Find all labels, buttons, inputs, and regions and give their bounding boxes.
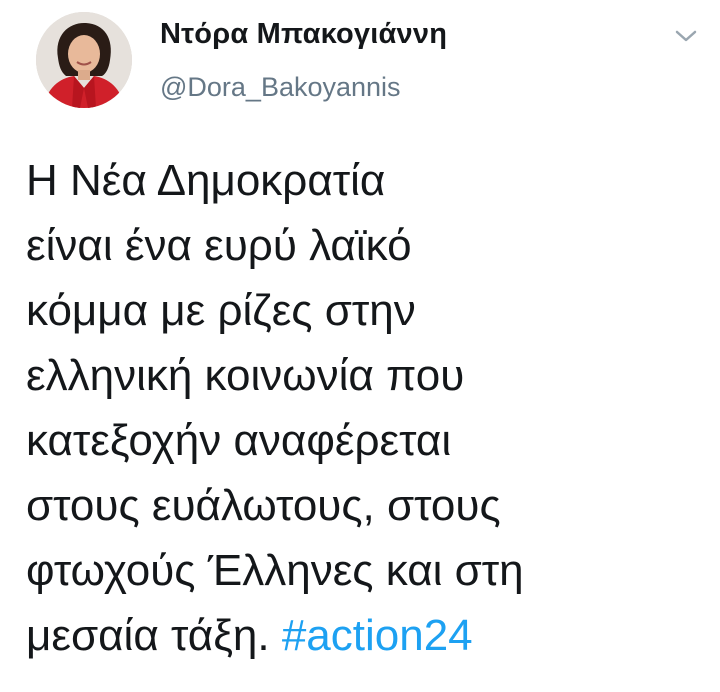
tweet-text-line: στους ευάλωτους, στους [26,481,501,530]
tweet-text-last-line: μεσαία τάξη. #action24 [26,603,706,668]
tweet-card: Ντόρα Μπακογιάννη @Dora_Bakoyannis Η Νέα… [0,0,720,692]
hashtag-link[interactable]: #action24 [282,611,473,660]
tweet-text-line: φτωχούς Έλληνες και στη [26,546,524,595]
tweet-text-line: είναι ένα ευρύ λαϊκό [26,221,412,270]
tweet-text: Η Νέα Δημοκρατία είναι ένα ευρύ λαϊκό κό… [26,148,706,668]
tweet-text-line: κόμμα με ρίζες στην [26,286,416,335]
tweet-text-line: ελληνική κοινωνία που [26,351,465,400]
profile-photo-icon [36,12,132,108]
tweet-text-line: κατεξοχήν αναφέρεται [26,416,452,465]
author-name[interactable]: Ντόρα Μπακογιάννη [160,18,447,51]
tweet-text-line: μεσαία τάξη. [26,611,270,660]
avatar[interactable] [36,12,132,108]
chevron-down-icon[interactable] [672,26,700,46]
author-handle[interactable]: @Dora_Bakoyannis [160,72,401,103]
tweet-text-line: Η Νέα Δημοκρατία [26,156,386,205]
